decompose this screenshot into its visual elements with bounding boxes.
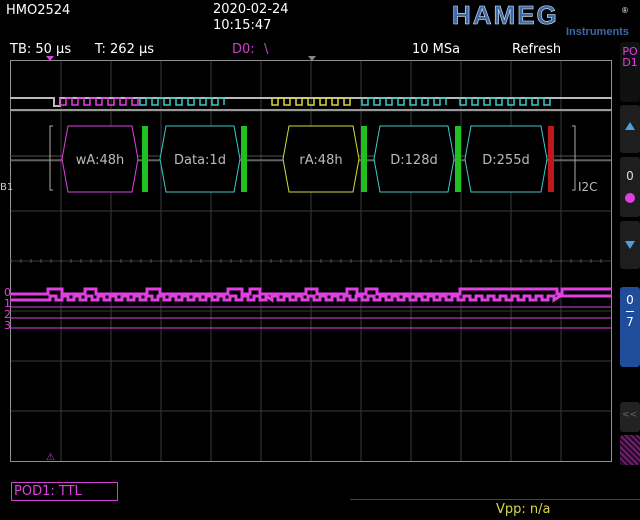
bus-bracket-right	[572, 125, 576, 191]
hameg-logo: HAMEG ® Instruments	[452, 2, 629, 38]
bus-ack-marker-1	[241, 126, 247, 192]
date-display: 2020-02-24	[213, 2, 289, 17]
time-display: 10:15:47	[213, 18, 272, 33]
trigger-time-readout[interactable]: T: 262 µs	[95, 43, 154, 57]
scroll-up-button[interactable]	[620, 105, 640, 153]
bus-protocol-label: I2C	[578, 180, 598, 194]
bus-ack-marker-3	[455, 126, 461, 192]
bus-ack-marker-2	[361, 126, 367, 192]
trigger-position-marker	[46, 56, 54, 61]
sample-rate-readout: 10 MSa	[412, 42, 461, 57]
range-divider	[626, 311, 634, 312]
menu-collapse-button[interactable]: <<	[620, 402, 640, 432]
footer-divider	[350, 499, 640, 500]
channel-range-button[interactable]: 0 7	[620, 287, 640, 367]
level-select-button[interactable]: 0	[620, 157, 640, 217]
bus-frame-label-4: D:255d	[482, 153, 529, 168]
vpp-readout: Vpp: n/a	[496, 502, 551, 517]
trigger-source-readout[interactable]: D0:	[232, 43, 255, 57]
pod-color-dot-icon	[625, 193, 635, 203]
triangle-down-icon	[625, 241, 635, 249]
acquisition-mode-readout[interactable]: Refresh	[512, 43, 561, 57]
bus-label: B1	[0, 182, 14, 193]
bus-bits-0	[59, 97, 139, 106]
pod-label-panel: POD1	[620, 42, 640, 102]
center-marker	[308, 56, 316, 61]
brand-registered: ®	[622, 6, 628, 15]
timebase-readout[interactable]: TB: 50 µs	[10, 43, 71, 57]
bus-bits-1	[139, 97, 225, 106]
bus-ack-marker-0	[142, 126, 148, 192]
trigger-level-icon: ⚠	[46, 452, 55, 463]
brand-subtitle: Instruments	[566, 26, 629, 38]
bus-frame-label-2: rA:48h	[299, 153, 342, 168]
pod-menu-tab[interactable]	[620, 435, 640, 465]
bus-frame-label-0: wA:48h	[76, 153, 124, 168]
trigger-edge-icon: \	[264, 42, 269, 57]
waveform-display[interactable]: wA:48h Data:1d rA:48h D:128d D:255d I2C	[10, 60, 612, 462]
range-bottom: 7	[626, 315, 634, 329]
bus-bits-4	[459, 97, 551, 106]
triangle-up-icon	[625, 122, 635, 130]
bus-frame-label-3: D:128d	[390, 153, 437, 168]
bus-bracket-left	[49, 125, 53, 191]
pod-label: POD1	[622, 45, 638, 69]
pod-setting-box[interactable]: POD1: TTL	[11, 482, 118, 501]
bus-ack-marker-4	[548, 126, 554, 192]
channel-label-3: 3	[4, 319, 11, 332]
scroll-down-button[interactable]	[620, 221, 640, 269]
double-arrow-icon: <<	[622, 410, 638, 420]
range-top: 0	[626, 293, 634, 307]
bus-frame-label-1: Data:1d	[174, 153, 226, 168]
level-value: 0	[626, 169, 634, 183]
pod-setting-label: POD1: TTL	[14, 484, 82, 499]
brand-name: HAMEG	[452, 2, 559, 30]
instrument-model: HMO2524	[6, 3, 71, 18]
bus-bits-3	[361, 97, 447, 106]
